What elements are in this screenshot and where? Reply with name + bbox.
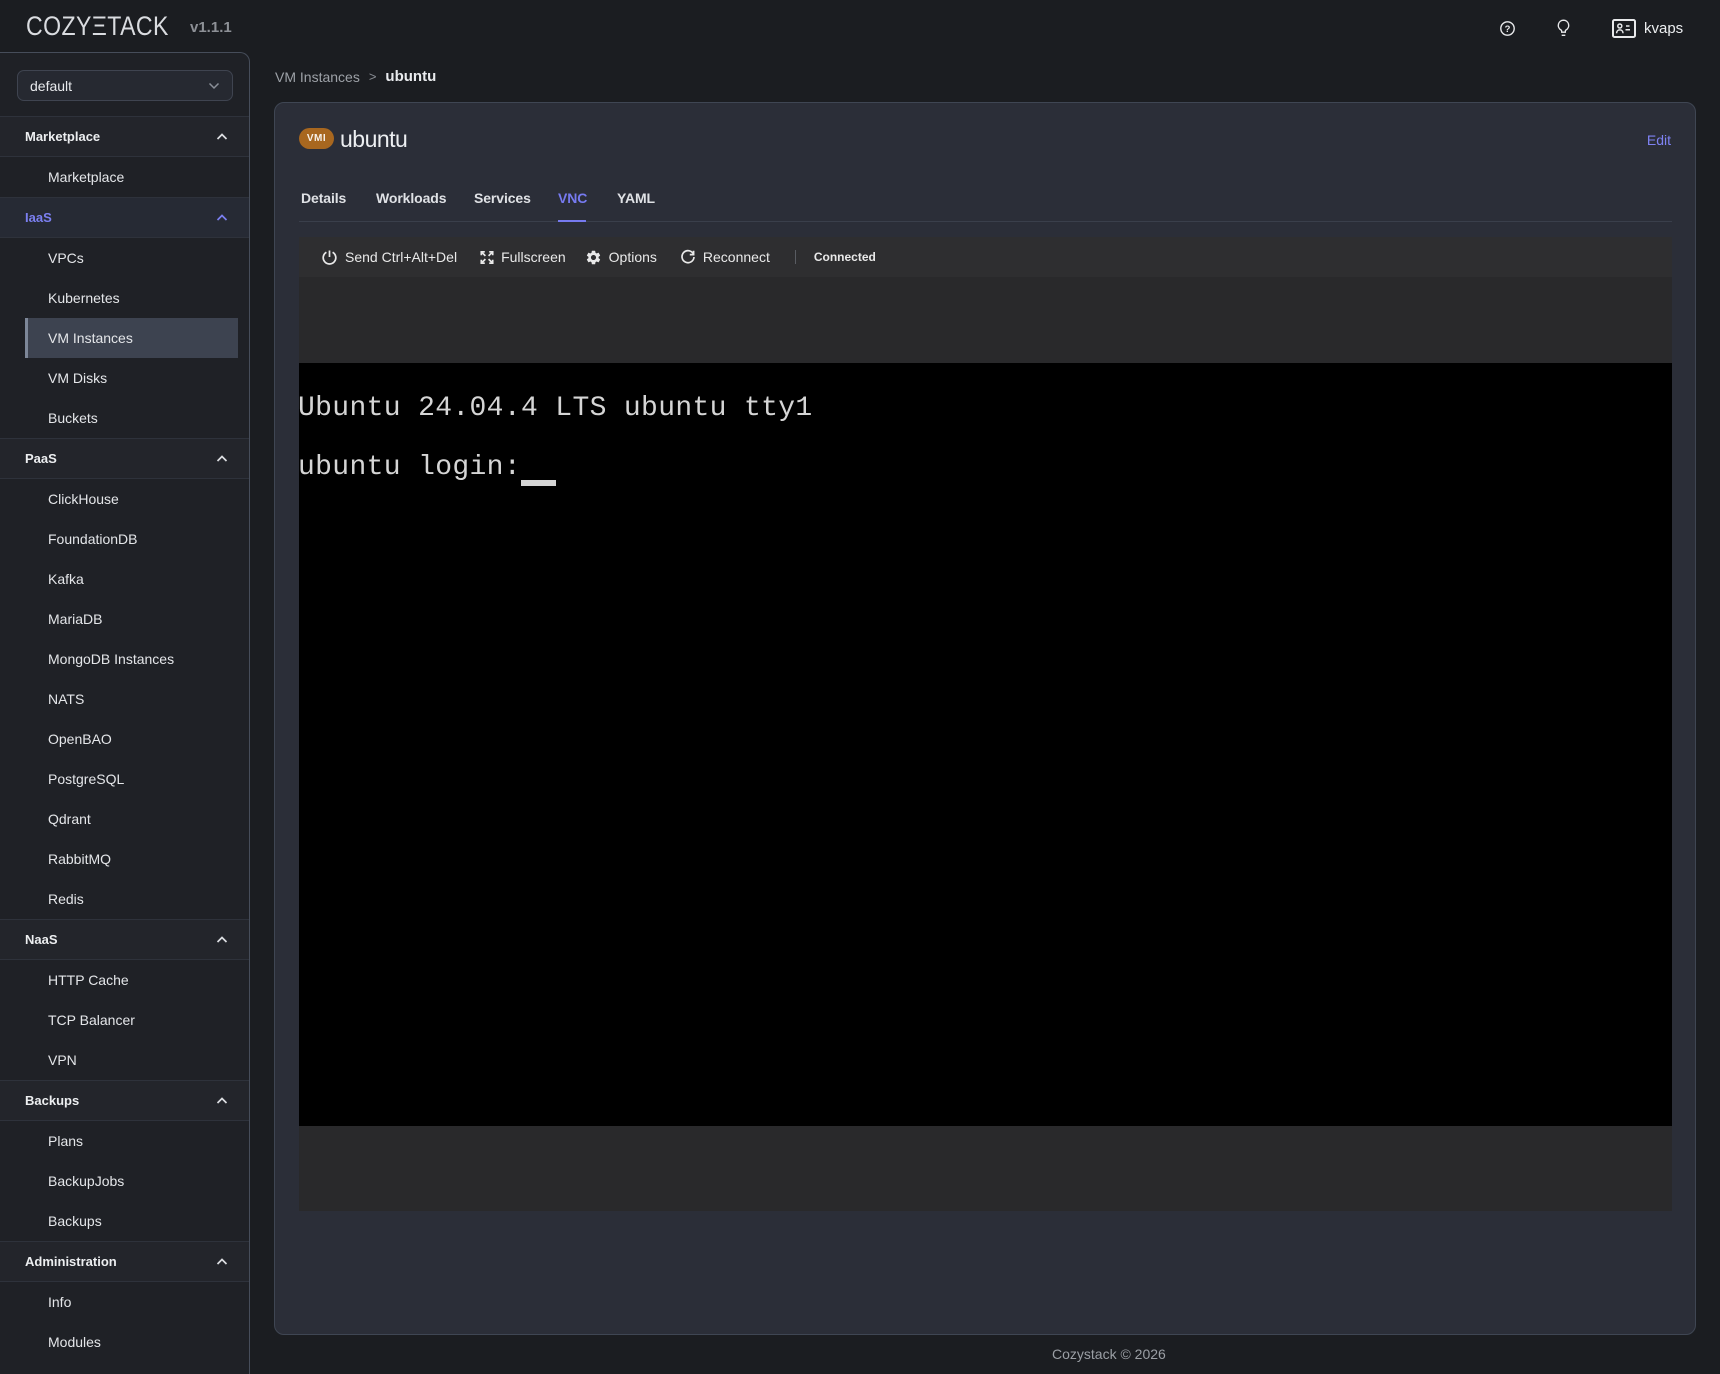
svg-text:?: ? (1505, 24, 1511, 35)
